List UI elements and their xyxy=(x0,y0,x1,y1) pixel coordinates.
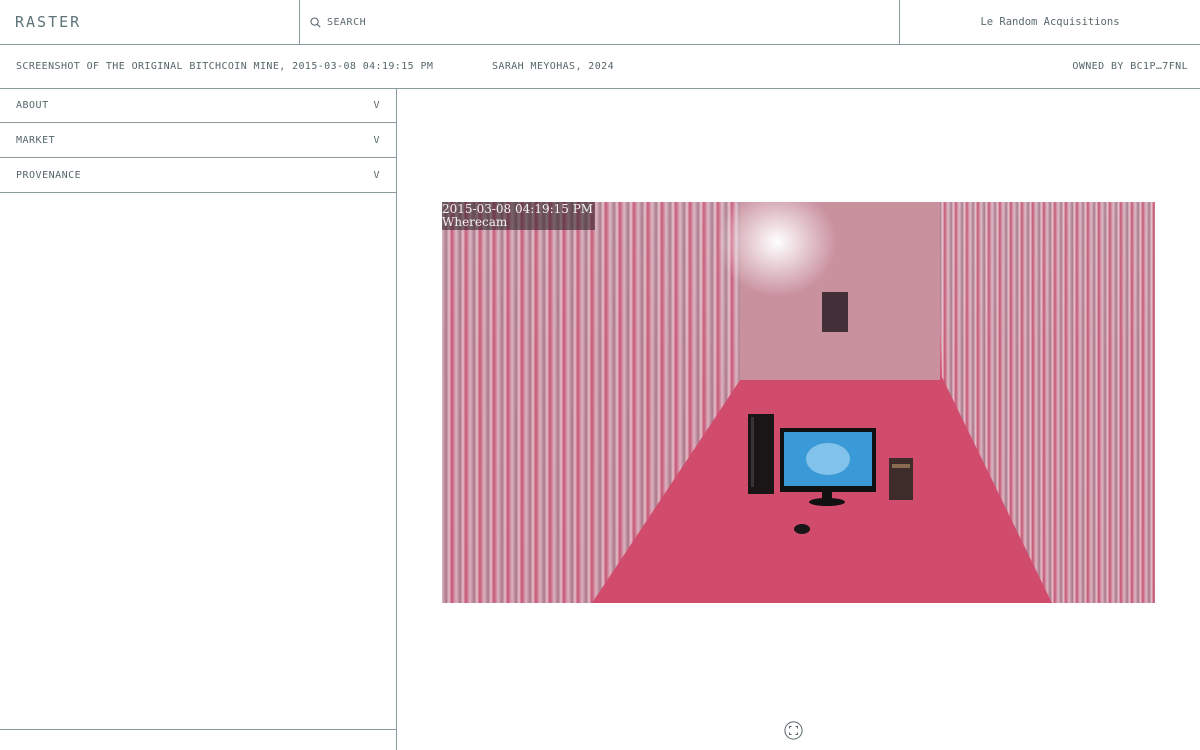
accordion-market[interactable]: MARKET V xyxy=(0,123,396,158)
search-input[interactable]: SEARCH xyxy=(300,0,900,44)
camera-timestamp: 2015-03-08 04:19:15 PM Wherecam xyxy=(442,202,596,230)
accordion-provenance[interactable]: PROVENANCE V xyxy=(0,158,396,193)
accordion-label: PROVENANCE xyxy=(16,169,82,181)
fullscreen-icon[interactable] xyxy=(784,721,803,740)
accordion-label: MARKET xyxy=(16,134,56,146)
logo[interactable]: RASTER xyxy=(15,13,81,31)
search-placeholder: SEARCH xyxy=(327,16,367,28)
artwork-scene xyxy=(442,202,1155,603)
info-bar: SCREENSHOT OF THE ORIGINAL BITCHCOIN MIN… xyxy=(0,45,1200,89)
search-icon xyxy=(310,16,321,28)
sidebar-footer xyxy=(0,729,396,750)
artwork-title: SCREENSHOT OF THE ORIGINAL BITCHCOIN MIN… xyxy=(16,61,434,72)
camera-name: Wherecam xyxy=(442,215,508,229)
accordion-about[interactable]: ABOUT V xyxy=(0,89,396,123)
sidebar: ABOUT V MARKET V PROVENANCE V xyxy=(0,89,397,750)
page: RASTER SEARCH Le Random Acquisitions SCR… xyxy=(0,0,1200,750)
chevron-down-icon: V xyxy=(373,134,380,146)
chevron-down-icon: V xyxy=(373,100,380,111)
owner-label[interactable]: OWNED BY BC1P…7FNL xyxy=(1072,61,1188,72)
artwork-image[interactable]: 2015-03-08 04:19:15 PM Wherecam xyxy=(442,202,1155,603)
artwork-viewer: 2015-03-08 04:19:15 PM Wherecam xyxy=(397,89,1200,750)
artist-name[interactable]: SARAH MEYOHAS, 2024 xyxy=(492,61,614,72)
top-bar: RASTER SEARCH Le Random Acquisitions xyxy=(0,0,1200,45)
chevron-down-icon: V xyxy=(373,169,380,181)
accordion-label: ABOUT xyxy=(16,100,49,111)
collection-link[interactable]: Le Random Acquisitions xyxy=(900,0,1200,44)
logo-cell[interactable]: RASTER xyxy=(0,0,300,44)
